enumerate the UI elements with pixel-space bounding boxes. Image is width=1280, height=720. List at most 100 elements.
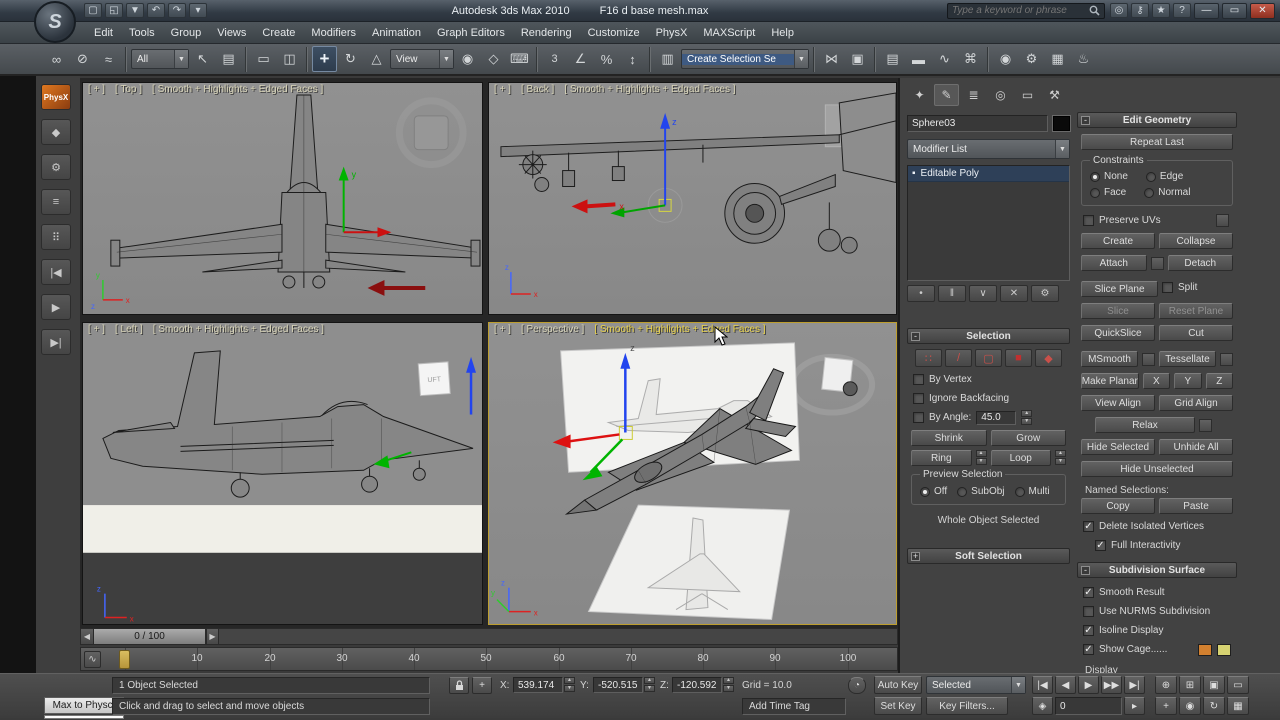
arc-rotate-icon[interactable]: ↻ xyxy=(1203,697,1225,715)
planar-x-button[interactable]: X xyxy=(1142,373,1171,389)
attach-button[interactable]: Attach xyxy=(1081,255,1147,271)
planar-y-button[interactable]: Y xyxy=(1174,373,1202,389)
object-name-field[interactable] xyxy=(907,115,1048,132)
constraint-face-radio[interactable]: Face xyxy=(1090,187,1126,198)
edit-geometry-rollout-header[interactable]: - Edit Geometry xyxy=(1077,112,1237,128)
help-icon[interactable]: ? xyxy=(1173,3,1191,18)
grow-button[interactable]: Grow xyxy=(990,430,1066,446)
radio-dot[interactable] xyxy=(1090,187,1100,198)
quickslice-button[interactable]: QuickSlice xyxy=(1081,325,1155,341)
next-frame-icon[interactable]: ▶▶ xyxy=(1101,676,1122,694)
viewport-perspective[interactable]: z z x y [ + ] [ Perspective ] [ Smooth +… xyxy=(488,322,897,625)
play-animation-icon[interactable]: ▶ xyxy=(1078,676,1099,694)
previous-frame-icon[interactable]: ◀ xyxy=(1055,676,1076,694)
relax-button[interactable]: Relax xyxy=(1095,417,1195,433)
snaps-toggle-icon[interactable]: 3 xyxy=(542,46,567,72)
motion-tab-icon[interactable]: ◎ xyxy=(988,84,1013,106)
checkbox-box[interactable] xyxy=(913,393,924,404)
planar-z-button[interactable]: Z xyxy=(1205,373,1234,389)
use-pivot-center-icon[interactable]: ◉ xyxy=(455,46,480,72)
auto-key-button[interactable]: Auto Key xyxy=(874,676,922,694)
copy-button[interactable]: Copy xyxy=(1081,498,1155,514)
time-slider-handle[interactable]: 0 / 100 xyxy=(94,629,206,644)
quick-access-more-icon[interactable]: ▾ xyxy=(189,3,207,18)
checkbox-box[interactable] xyxy=(1083,215,1094,226)
spinner-snap-icon[interactable]: ↕ xyxy=(620,46,645,72)
menu-animation[interactable]: Animation xyxy=(364,24,429,42)
layer-manager-icon[interactable]: ▤ xyxy=(880,46,905,72)
menu-help[interactable]: Help xyxy=(763,24,802,42)
border-mode-icon[interactable]: ▢ xyxy=(975,349,1002,367)
smooth-result-checkbox[interactable]: ✓ Smooth Result xyxy=(1083,586,1237,599)
isoline-display-checkbox[interactable]: ✓ Isoline Display xyxy=(1083,624,1237,637)
make-planar-button[interactable]: Make Planar xyxy=(1081,373,1139,389)
menu-physx[interactable]: PhysX xyxy=(648,24,696,42)
collapse-icon[interactable]: - xyxy=(1081,565,1090,575)
viewport-shading-label[interactable]: [ Smooth + Highlights + Edged Faces ] xyxy=(594,324,765,335)
y-coord-spinner[interactable]: ▲ ▼ xyxy=(644,677,655,692)
checkbox-box[interactable]: ✓ xyxy=(1095,540,1106,551)
cage-selected-color-swatch[interactable] xyxy=(1217,643,1231,656)
go-to-start-icon[interactable]: |◀ xyxy=(1032,676,1053,694)
current-frame-marker[interactable] xyxy=(119,650,130,669)
constraint-none-radio[interactable]: None xyxy=(1090,171,1128,182)
subscription-center-icon[interactable]: ⚷ xyxy=(1131,3,1149,18)
selection-filter-dropdown[interactable]: All ▼ xyxy=(131,49,189,69)
configure-modifier-sets-icon[interactable]: ⚙ xyxy=(1031,285,1059,302)
detach-button[interactable]: Detach xyxy=(1167,255,1233,271)
checkbox-box[interactable]: ✓ xyxy=(1083,521,1094,532)
pin-stack-icon[interactable]: • xyxy=(907,285,935,302)
selection-lock-icon[interactable] xyxy=(449,677,469,694)
y-coord-field[interactable] xyxy=(593,677,643,693)
physx-constraints-icon[interactable]: ≡ xyxy=(41,189,71,215)
menu-edit[interactable]: Edit xyxy=(86,24,121,42)
redo-icon[interactable]: ↷ xyxy=(168,3,186,18)
viewport-menu-button[interactable]: [ + ] xyxy=(494,84,511,95)
view-align-button[interactable]: View Align xyxy=(1081,395,1155,411)
grid-align-button[interactable]: Grid Align xyxy=(1159,395,1233,411)
physx-logo-icon[interactable]: PhysX xyxy=(41,84,71,110)
viewport-shading-label[interactable]: [ Smooth + Highlights + Edged Faces ] xyxy=(152,84,323,95)
current-frame-field[interactable] xyxy=(1055,697,1122,715)
display-tab-icon[interactable]: ▭ xyxy=(1015,84,1040,106)
menu-tools[interactable]: Tools xyxy=(121,24,163,42)
show-end-result-icon[interactable]: ‖ xyxy=(938,285,966,302)
create-tab-icon[interactable]: ✦ xyxy=(907,84,932,106)
pan-view-icon[interactable]: + xyxy=(1155,697,1177,715)
split-checkbox[interactable]: Split xyxy=(1162,281,1233,294)
edge-mode-icon[interactable]: / xyxy=(945,349,972,367)
named-selection-dropdown[interactable]: Create Selection Se ▼ xyxy=(681,49,809,69)
physx-grid-icon[interactable]: ⠿ xyxy=(41,224,71,250)
make-unique-icon[interactable]: ∨ xyxy=(969,285,997,302)
modifier-stack[interactable]: ▪ Editable Poly xyxy=(907,165,1070,281)
full-interactivity-checkbox[interactable]: ✓ Full Interactivity xyxy=(1095,539,1237,552)
collapse-icon[interactable]: - xyxy=(1081,115,1090,125)
zoom-region-icon[interactable]: ▭ xyxy=(1227,676,1249,694)
physx-settings-icon[interactable]: ⚙ xyxy=(41,154,71,180)
menu-modifiers[interactable]: Modifiers xyxy=(303,24,364,42)
ignore-backfacing-checkbox[interactable]: Ignore Backfacing xyxy=(913,392,1070,405)
msmooth-settings-icon[interactable] xyxy=(1142,352,1155,366)
minimize-button[interactable]: — xyxy=(1194,2,1219,19)
selection-rollout-header[interactable]: - Selection xyxy=(907,328,1070,344)
physx-step-icon[interactable]: ▶| xyxy=(41,329,71,355)
by-vertex-checkbox[interactable]: By Vertex xyxy=(913,373,1070,386)
select-by-name-icon[interactable]: ▤ xyxy=(216,46,241,72)
go-to-end-icon[interactable]: ▶| xyxy=(1124,676,1145,694)
select-and-move-icon[interactable]: + xyxy=(312,46,337,72)
checkbox-box[interactable]: ✓ xyxy=(1083,625,1094,636)
physx-rigid-body-icon[interactable]: ◆ xyxy=(41,119,71,145)
use-nurms-checkbox[interactable]: Use NURMS Subdivision xyxy=(1083,605,1237,618)
menu-create[interactable]: Create xyxy=(254,24,303,42)
mirror-icon[interactable]: ⋈ xyxy=(819,46,844,72)
collapse-button[interactable]: Collapse xyxy=(1159,233,1233,249)
preserve-uvs-settings-icon[interactable] xyxy=(1216,214,1229,227)
next-frame-arrow-icon[interactable]: ▶ xyxy=(206,629,219,644)
bind-to-space-warp-icon[interactable]: ≈ xyxy=(96,46,121,72)
vertex-mode-icon[interactable]: ∷ xyxy=(915,349,942,367)
slice-plane-button[interactable]: Slice Plane xyxy=(1081,281,1158,297)
element-mode-icon[interactable]: ◆ xyxy=(1035,349,1062,367)
viewport-menu-button[interactable]: [ + ] xyxy=(88,324,105,335)
remove-modifier-icon[interactable]: ✕ xyxy=(1000,285,1028,302)
physx-rewind-icon[interactable]: |◀ xyxy=(41,259,71,285)
